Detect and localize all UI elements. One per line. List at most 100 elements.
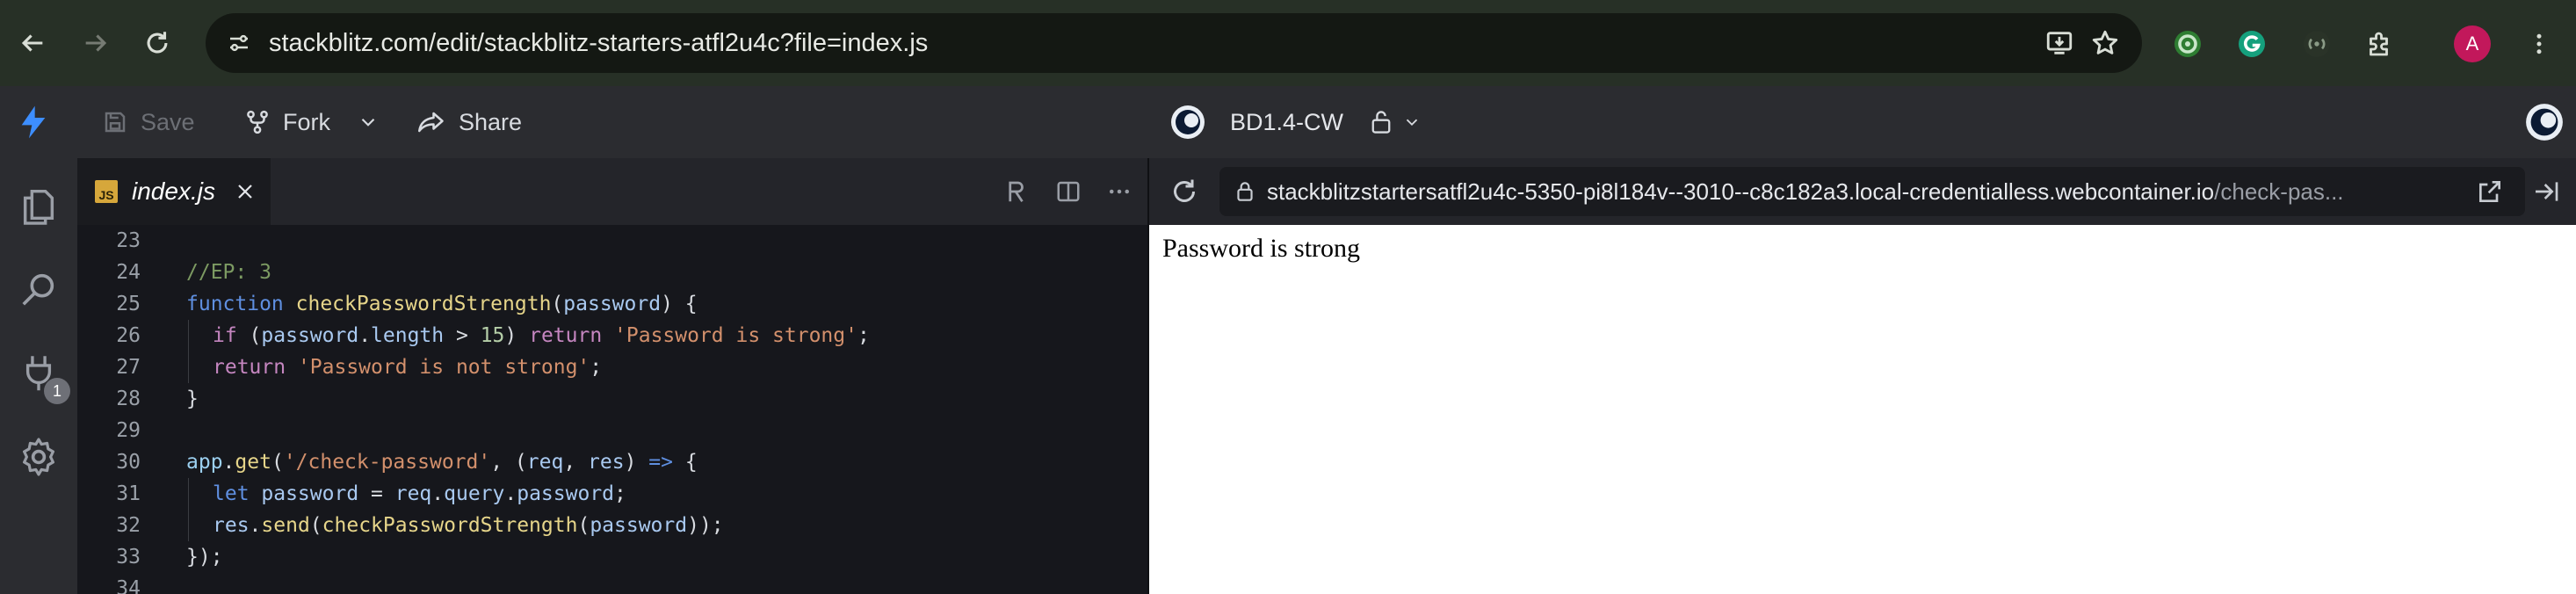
code-token: . <box>504 482 517 505</box>
save-button[interactable]: Save <box>102 86 195 158</box>
code-line[interactable]: 27 return 'Password is not strong'; <box>77 351 1147 383</box>
code-text: let password = req.query.password; <box>213 478 626 510</box>
grammarly-icon[interactable] <box>2230 22 2274 66</box>
extension-green-icon[interactable] <box>2166 22 2210 66</box>
stackblitz-logo-icon[interactable] <box>18 86 49 158</box>
tab-index-js[interactable]: JS index.js <box>77 158 271 225</box>
browser-toolbar: stackblitz.com/edit/stackblitz-starters-… <box>0 0 2576 86</box>
project-owner-avatar[interactable] <box>1170 86 1205 158</box>
save-label: Save <box>141 108 195 135</box>
code-token: 15 <box>480 324 505 347</box>
code-token: , <box>563 451 589 474</box>
code-token: if <box>213 324 250 347</box>
code-token: ( <box>551 293 564 315</box>
preview-url-bar[interactable]: stackblitzstartersatfl2u4c-5350-pi8l184v… <box>1219 167 2525 216</box>
code-text: res.send(checkPasswordStrength(password)… <box>213 510 724 541</box>
code-line[interactable]: 29 <box>77 415 1147 446</box>
code-token: return <box>213 356 298 379</box>
code-token: let <box>213 482 262 505</box>
preview-reload-icon[interactable] <box>1167 174 1202 209</box>
code-token: checkPasswordStrength <box>322 514 578 537</box>
code-token: //EP: 3 <box>186 261 271 284</box>
user-avatar[interactable] <box>2525 86 2564 158</box>
code-line[interactable]: 31 let password = req.query.password; <box>77 478 1147 510</box>
settings-gear-icon[interactable] <box>12 431 65 483</box>
project-title[interactable]: BD1.4-CW <box>1230 86 1343 158</box>
format-icon[interactable] <box>1000 176 1031 207</box>
preview-toolbar: stackblitzstartersatfl2u4c-5350-pi8l184v… <box>1149 158 2576 225</box>
share-label: Share <box>459 108 523 135</box>
files-icon[interactable] <box>12 178 65 231</box>
address-bar[interactable]: stackblitz.com/edit/stackblitz-starters-… <box>206 13 2142 73</box>
code-text: //EP: 3 <box>186 257 271 288</box>
more-actions-icon[interactable] <box>1103 176 1135 207</box>
back-button[interactable] <box>9 19 56 67</box>
search-icon[interactable] <box>12 263 65 315</box>
install-app-icon[interactable] <box>2042 25 2077 61</box>
code-token: app <box>186 451 223 474</box>
project-title-text: BD1.4-CW <box>1230 108 1344 135</box>
code-line[interactable]: 25 function checkPasswordStrength(passwor… <box>77 288 1147 320</box>
code-editor[interactable]: 23 24 //EP: 3 25 function checkPasswordStren… <box>77 225 1147 594</box>
bookmark-star-icon[interactable] <box>2088 25 2123 61</box>
code-token: ; <box>590 356 603 379</box>
share-button[interactable]: Share <box>416 86 522 158</box>
code-token: ( <box>577 514 590 537</box>
code-token: res <box>588 451 625 474</box>
code-line[interactable]: 30 app.get('/check-password', (req, res) … <box>77 446 1147 478</box>
split-editor-icon[interactable] <box>1053 176 1084 207</box>
line-number: 26 <box>116 324 141 347</box>
puzzle-icon[interactable] <box>2358 22 2402 66</box>
code-text: }); <box>186 541 223 573</box>
js-file-icon: JS <box>95 180 118 203</box>
code-token: . <box>358 324 372 347</box>
extension-audio-icon[interactable] <box>2295 22 2339 66</box>
code-token: 'Password is not strong' <box>297 356 590 379</box>
fork-dropdown-button[interactable] <box>357 86 380 158</box>
code-token: req <box>394 482 432 505</box>
reload-button[interactable] <box>134 19 181 67</box>
code-token: . <box>431 482 445 505</box>
code-token: 'Password is strong' <box>614 324 857 347</box>
profile-avatar[interactable]: A <box>2454 25 2491 62</box>
code-token: length <box>371 324 445 347</box>
code-line[interactable]: 24 //EP: 3 <box>77 257 1147 288</box>
open-in-new-window-icon[interactable] <box>2472 174 2507 209</box>
code-token: ( <box>249 324 262 347</box>
code-line[interactable]: 26 if (password.length > 15) return 'Pass… <box>77 320 1147 351</box>
reload-icon <box>147 32 168 54</box>
code-token: . <box>222 451 235 474</box>
line-number: 31 <box>116 482 141 505</box>
site-info-icon[interactable] <box>218 22 260 64</box>
url-text[interactable]: stackblitz.com/edit/stackblitz-starters-… <box>269 13 928 73</box>
fork-icon <box>247 110 268 134</box>
code-token: => <box>648 451 673 474</box>
code-line[interactable]: 34 <box>77 573 1147 594</box>
forward-icon <box>85 34 107 52</box>
line-number: 24 <box>116 261 141 284</box>
code-line[interactable]: 32 res.send(checkPasswordStrength(passwor… <box>77 510 1147 541</box>
fork-button[interactable]: Fork <box>244 86 330 158</box>
code-text: app.get('/check-password', (req, res) =>… <box>186 446 698 478</box>
close-icon[interactable] <box>232 178 258 205</box>
tab-label: index.js <box>132 177 215 205</box>
preview-url-host: stackblitzstartersatfl2u4c-5350-pi8l184v… <box>1267 178 2215 205</box>
code-token: ; <box>614 482 626 505</box>
forward-button[interactable] <box>72 19 119 67</box>
code-token: password <box>261 482 359 505</box>
visibility-dropdown[interactable] <box>1369 104 1422 141</box>
save-icon <box>105 112 126 133</box>
more-icon[interactable] <box>2517 22 2561 66</box>
code-text: return 'Password is not strong'; <box>213 351 602 383</box>
code-token: ) <box>504 324 530 347</box>
close-preview-icon[interactable] <box>2529 174 2564 209</box>
fork-label: Fork <box>283 108 330 135</box>
activity-bar: 1 <box>0 158 77 594</box>
code-line[interactable]: 33}); <box>77 541 1147 573</box>
extensions-count-badge: 1 <box>44 378 70 404</box>
code-token: )); <box>687 514 724 537</box>
code-line[interactable]: 23 <box>77 225 1147 257</box>
code-text: if (password.length > 15) return 'Passwo… <box>213 320 870 351</box>
preview-url-text[interactable]: stackblitzstartersatfl2u4c-5350-pi8l184v… <box>1267 167 2514 216</box>
code-line[interactable]: 28} <box>77 383 1147 415</box>
